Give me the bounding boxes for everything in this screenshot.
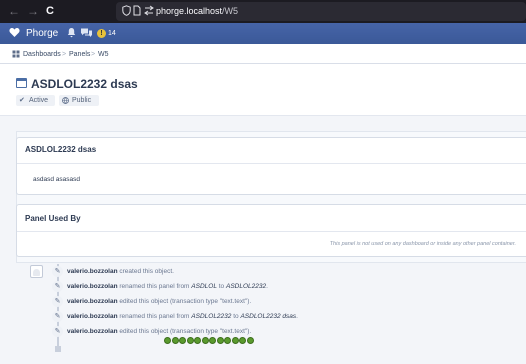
timeline-entry: valerio.bozzolan edited this object (tra… (67, 327, 251, 336)
token-row (164, 337, 254, 345)
timeline-end-marker (55, 346, 61, 352)
app-header: Phorge ! 14 (0, 23, 526, 44)
timeline-user-link[interactable]: valerio.bozzolan (67, 328, 118, 335)
brand-name[interactable]: Phorge (26, 28, 58, 40)
token-icon (224, 337, 231, 344)
timeline-action: edited this object (transaction type "te… (117, 298, 252, 305)
timeline-action: renamed this panel from (117, 313, 192, 320)
notification-count: 14 (108, 30, 116, 37)
token-icon (209, 337, 216, 344)
status-label: Active (29, 97, 49, 104)
timeline-punctuation: . (296, 313, 298, 320)
back-icon[interactable]: ← (8, 4, 20, 18)
new-name: ASDLOL2232 dsas (240, 313, 297, 320)
check-icon: ✔ (19, 97, 25, 104)
token-icon (239, 337, 246, 344)
breadcrumb-separator: > (91, 51, 96, 58)
bell-icon[interactable] (67, 27, 76, 42)
timeline-entry: valerio.bozzolan renamed this panel from… (67, 312, 298, 321)
alert-icon: ! (97, 29, 106, 38)
breadcrumb-separator: > (62, 51, 67, 58)
breadcrumb-current[interactable]: W5 (98, 50, 109, 59)
panel-title: ASDLOL2232 dsas (25, 145, 97, 154)
panel-icon (16, 78, 27, 88)
shield-icon[interactable] (122, 5, 131, 20)
token-icon (164, 337, 171, 344)
chat-icon[interactable] (80, 27, 93, 42)
url-path: /W5 (222, 6, 239, 16)
panel-used-by: Panel Used By This panel is not used on … (16, 204, 526, 257)
token-icon (179, 337, 186, 344)
pencil-icon: ✎ (52, 281, 63, 292)
dashboard-icon (12, 50, 20, 61)
timeline-action: edited this object (transaction type "te… (117, 328, 252, 335)
old-name: ASDLOL (191, 283, 217, 290)
visibility-badge: Public (59, 95, 99, 106)
forward-icon[interactable]: → (27, 4, 39, 18)
panel-preview: ASDLOL2232 dsas asdasd asasasd (16, 137, 526, 195)
divider (17, 163, 526, 164)
timeline-entry: valerio.bozzolan edited this object (tra… (67, 297, 251, 306)
url-host: phorge.localhost (156, 6, 223, 16)
token-icon (201, 337, 209, 344)
pencil-icon: ✎ (52, 311, 63, 322)
token-icon (194, 337, 201, 344)
avatar-silhouette (33, 269, 40, 276)
timeline-user-link[interactable]: valerio.bozzolan (67, 283, 118, 290)
heart-logo-icon[interactable] (9, 27, 20, 42)
notification-badge[interactable]: ! 14 (97, 28, 127, 39)
reload-icon[interactable]: C (46, 4, 54, 18)
url-bar[interactable]: phorge.localhost/W5 (116, 2, 526, 21)
timeline-punctuation: . (266, 283, 268, 290)
page-header: ASDLOL2232 dsas ✔ Active Public (0, 64, 526, 116)
timeline-user-link[interactable]: valerio.bozzolan (67, 298, 118, 305)
empty-state-text: This panel is not used on any dashboard … (329, 241, 516, 247)
token-icon (231, 337, 239, 344)
breadcrumb-dashboards[interactable]: Dashboards (23, 50, 61, 59)
timeline-entry: valerio.bozzolan renamed this panel from… (67, 282, 268, 291)
globe-icon (62, 95, 69, 108)
status-badge: ✔ Active (16, 95, 55, 106)
timeline-action: created this object. (117, 268, 174, 275)
timeline-entry: valerio.bozzolan created this object. (67, 267, 174, 276)
token-icon (186, 337, 194, 344)
breadcrumb: Dashboards > Panels > W5 (0, 44, 526, 64)
pencil-icon: ✎ (52, 296, 63, 307)
pencil-icon: ✎ (52, 266, 63, 277)
page-icon[interactable] (133, 5, 141, 20)
breadcrumb-panels[interactable]: Panels (69, 50, 90, 59)
new-name: ASDLOL2232 (225, 283, 267, 290)
divider (17, 231, 526, 232)
timeline-action: to (216, 283, 226, 290)
panel-used-by-title: Panel Used By (25, 214, 81, 223)
visibility-label: Public (72, 97, 92, 104)
old-name: ASDLOL2232 (191, 313, 232, 320)
timeline-user-link[interactable]: valerio.bozzolan (67, 268, 118, 275)
timeline-user-link[interactable]: valerio.bozzolan (67, 313, 118, 320)
token-icon (246, 337, 254, 344)
token-icon (216, 337, 224, 344)
pencil-icon: ✎ (52, 326, 63, 337)
browser-toolbar: ← → C phorge.localhost/W5 (0, 0, 526, 23)
panel-body-text: asdasd asasasd (33, 176, 80, 183)
token-icon (171, 337, 179, 344)
permissions-icon[interactable] (144, 5, 154, 20)
page-title: ASDLOL2232 dsas (31, 77, 138, 91)
timeline-action: renamed this panel from (117, 283, 192, 290)
url-text[interactable]: phorge.localhost/W5 (156, 6, 238, 17)
avatar[interactable] (30, 265, 43, 278)
